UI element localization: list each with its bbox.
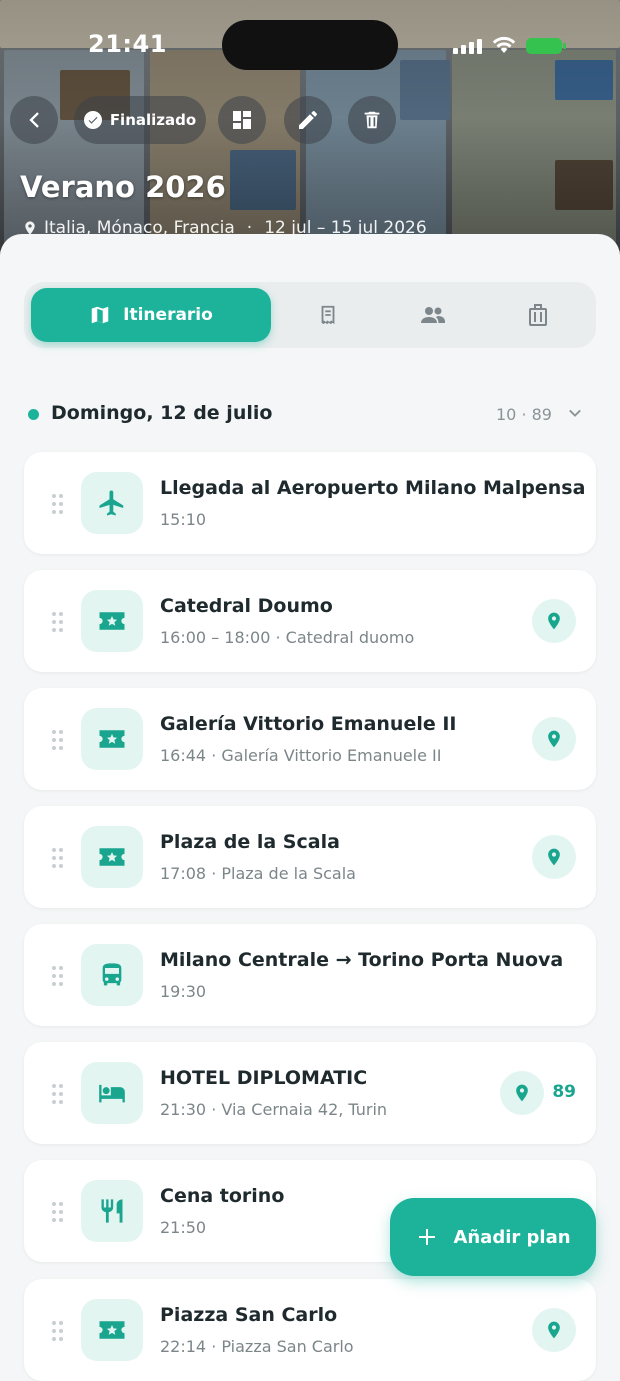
delete-icon [364,111,380,129]
back-icon [29,112,39,128]
battery-icon [526,38,566,54]
edit-button[interactable] [284,96,332,144]
tab-travelers[interactable] [417,300,449,330]
item-subtitle: 16:44 · Galería Vittorio Emanuele II [160,746,442,765]
map-pin-icon [548,730,560,748]
add-plan-label: Añadir plan [453,1226,571,1248]
map-pin-button[interactable] [532,599,576,643]
restaurant-icon [81,1180,143,1242]
drag-handle-icon[interactable] [52,494,64,514]
item-title: HOTEL DIPLOMATIC [160,1067,368,1089]
item-title: Galería Vittorio Emanuele II [160,713,457,735]
trip-title: Verano 2026 [20,170,226,204]
luggage-icon [529,304,547,326]
drag-handle-icon[interactable] [52,730,64,750]
delete-button[interactable] [348,96,396,144]
item-subtitle: 16:00 – 18:00 · Catedral duomo [160,628,415,647]
map-pin-button[interactable] [532,835,576,879]
add-plan-button[interactable]: Añadir plan [390,1198,596,1276]
map-pin-icon [548,848,560,866]
back-button[interactable] [10,96,58,144]
item-subtitle: 19:30 [160,982,207,1001]
bus-icon [81,944,143,1006]
tab-itinerary-label: Itinerario [123,305,213,325]
map-pin-button[interactable] [500,1071,544,1115]
receipt-icon [321,305,335,325]
item-title: Llegada al Aeropuerto Milano Malpensa [160,477,586,499]
map-pin-button[interactable] [532,717,576,761]
itinerary-item-gallery[interactable]: Galería Vittorio Emanuele II 16:44 · Gal… [24,688,596,790]
drag-handle-icon[interactable] [52,848,64,868]
item-title: Cena torino [160,1185,285,1207]
itinerary-item-train[interactable]: Milano Centrale → Torino Porta Nuova 19:… [24,924,596,1026]
map-pin-icon [516,1084,528,1102]
dynamic-island [222,20,398,70]
trip-status-badge[interactable]: Finalizado [74,96,206,144]
map-pin-button[interactable] [532,1308,576,1352]
trip-status-label: Finalizado [109,111,197,129]
day-indicator [28,409,39,420]
item-subtitle: 15:10 [160,510,207,529]
ticket-icon [81,590,143,652]
check-icon [83,111,102,129]
bed-icon [81,1062,143,1124]
status-icons [453,36,566,54]
tab-itinerary[interactable]: Itinerario [31,288,271,342]
item-subtitle: 21:30 · Via Cernaia 42, Turin [160,1100,388,1119]
map-icon [91,306,109,324]
layout-button[interactable] [218,96,266,144]
day-title[interactable]: Domingo, 12 de julio [51,402,272,424]
itinerary-item-scala[interactable]: Plaza de la Scala 17:08 · Plaza de la Sc… [24,806,596,908]
map-pin-icon [548,1321,560,1339]
ticket-icon [81,826,143,888]
drag-handle-icon[interactable] [52,966,64,986]
itinerary-item-piazza[interactable]: Piazza San Carlo 22:14 · Piazza San Carl… [24,1279,596,1381]
itinerary-item-hotel[interactable]: HOTEL DIPLOMATIC 21:30 · Via Cernaia 42,… [24,1042,596,1144]
airplane-icon [81,472,143,534]
drag-handle-icon[interactable] [52,1202,64,1222]
drag-handle-icon[interactable] [52,612,64,632]
map-pin-icon [548,612,560,630]
chevron-down-icon[interactable] [565,404,585,424]
drag-handle-icon[interactable] [52,1321,64,1341]
item-title: Catedral Doumo [160,595,333,617]
people-icon [421,307,445,323]
item-subtitle: 21:50 [160,1218,207,1237]
wifi-icon [492,36,516,53]
signal-icon [453,39,482,54]
item-count: 89 [552,1082,576,1102]
layout-icon [233,111,251,129]
item-title: Milano Centrale → Torino Porta Nuova [160,949,564,971]
item-title: Piazza San Carlo [160,1304,338,1326]
tab-luggage[interactable] [522,300,554,330]
item-title: Plaza de la Scala [160,831,340,853]
itinerary-item-cathedral[interactable]: Catedral Doumo 16:00 – 18:00 · Catedral … [24,570,596,672]
itinerary-item-arrival[interactable]: Llegada al Aeropuerto Milano Malpensa 15… [24,452,596,554]
plus-icon [419,1229,436,1245]
drag-handle-icon[interactable] [52,1084,64,1104]
ticket-icon [81,708,143,770]
item-subtitle: 17:08 · Plaza de la Scala [160,864,356,883]
ticket-icon [81,1299,143,1361]
tab-expenses[interactable] [312,300,344,330]
edit-icon [299,111,317,129]
status-time: 21:41 [88,30,167,58]
day-stats: 10 · 89 [496,405,552,424]
